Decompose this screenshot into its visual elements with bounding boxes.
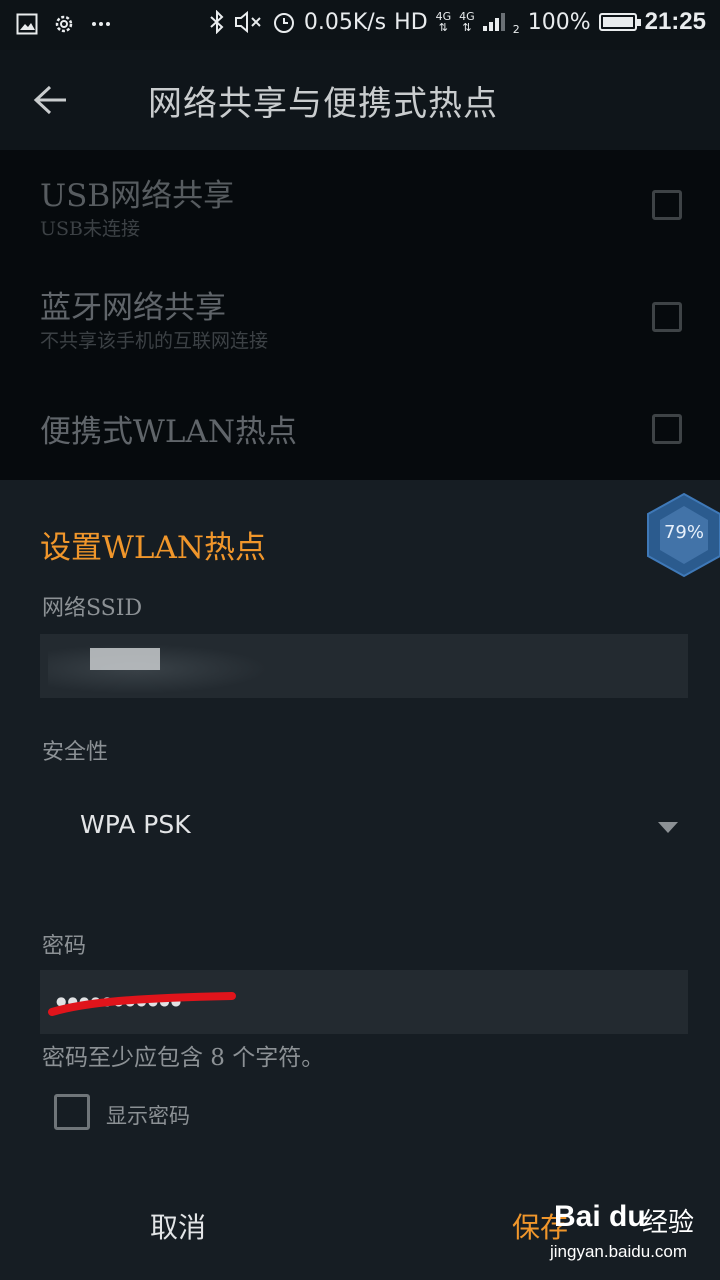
show-password-label[interactable]: 显示密码 xyxy=(106,1100,190,1130)
usb-tethering-checkbox[interactable] xyxy=(652,190,682,220)
gear-icon xyxy=(55,15,73,33)
app-bar: 网络共享与便携式热点 xyxy=(0,50,720,150)
setting-title: 便携式WLAN热点 xyxy=(40,414,297,450)
watermark-url: jingyan.baidu.com xyxy=(550,1242,688,1261)
security-select[interactable]: WPA PSK xyxy=(80,810,191,839)
settings-list: USB网络共享 USB未连接 蓝牙网络共享 不共享该手机的互联网连接 便携式WL… xyxy=(0,150,720,480)
bluetooth-icon xyxy=(210,10,224,34)
battery-percent: 100% xyxy=(527,9,591,35)
ssid-label: 网络SSID xyxy=(42,596,143,621)
setting-usb-tethering[interactable]: USB网络共享 USB未连接 xyxy=(0,150,720,260)
ssid-redacted-block xyxy=(90,648,160,670)
clock: 21:25 xyxy=(644,8,706,35)
badge-label: 79% xyxy=(663,522,704,543)
bluetooth-tethering-checkbox[interactable] xyxy=(652,302,682,332)
setting-subtitle: 不共享该手机的互联网连接 xyxy=(40,330,269,352)
status-bar: 0.05K/s HD 4G ⇅ 4G ⇅ 2 100% 21:25 xyxy=(0,0,720,50)
chevron-down-icon[interactable] xyxy=(658,822,678,833)
show-password-checkbox[interactable] xyxy=(54,1094,90,1130)
setting-subtitle: USB未连接 xyxy=(40,218,140,240)
setting-title: USB网络共享 xyxy=(40,178,235,214)
setting-wlan-hotspot[interactable]: 便携式WLAN热点 xyxy=(0,370,720,480)
password-input[interactable]: ●●●●●●●●●●● xyxy=(40,970,688,1034)
cancel-button[interactable]: 取消 xyxy=(150,1206,206,1246)
wlan-hotspot-dialog: 设置WLAN热点 网络SSID 安全性 WPA PSK 密码 ●●●●●●●●●… xyxy=(0,480,720,1280)
back-arrow-icon[interactable] xyxy=(28,80,78,120)
signal-icon xyxy=(482,13,505,31)
floating-memory-badge[interactable]: 79% xyxy=(646,492,720,578)
sim-index: 2 xyxy=(512,23,520,36)
wlan-hotspot-checkbox[interactable] xyxy=(652,414,682,444)
redaction-scribble xyxy=(48,992,236,1016)
password-hint: 密码至少应包含 8 个字符。 xyxy=(42,1045,325,1071)
image-icon xyxy=(16,13,38,35)
mute-icon xyxy=(234,10,261,34)
setting-title: 蓝牙网络共享 xyxy=(40,290,226,326)
network-speed: 0.05K/s xyxy=(303,9,387,35)
more-icon xyxy=(92,22,110,26)
baidu-jingyan-watermark: Bai du 经验 jingyan.baidu.com xyxy=(540,1196,720,1280)
network-type-1: 4G ⇅ xyxy=(435,10,452,34)
setting-bluetooth-tethering[interactable]: 蓝牙网络共享 不共享该手机的互联网连接 xyxy=(0,260,720,370)
watermark-brand: 经验 xyxy=(642,1208,695,1238)
dialog-title: 设置WLAN热点 xyxy=(40,530,266,566)
battery-icon xyxy=(598,13,641,31)
ssid-input[interactable] xyxy=(40,634,688,698)
page-title: 网络共享与便携式热点 xyxy=(148,84,498,124)
alarm-icon xyxy=(273,13,294,33)
password-label: 密码 xyxy=(42,934,87,959)
watermark-logo: Bai du xyxy=(554,1200,646,1233)
security-label: 安全性 xyxy=(42,740,109,765)
hd-indicator: HD xyxy=(394,9,428,35)
network-type-2: 4G ⇅ xyxy=(459,10,475,34)
